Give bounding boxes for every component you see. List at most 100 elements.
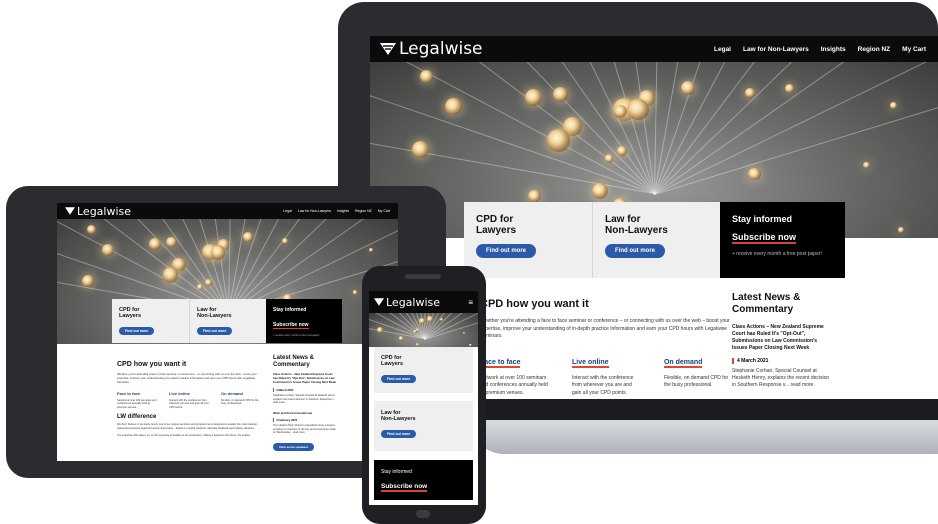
main-content: CPD how you want it Whether you're atten… — [480, 298, 730, 397]
view-speakers-button[interactable]: View some speakers — [273, 442, 315, 451]
phone-home-button — [416, 510, 430, 518]
nav-law-for-non-lawyers[interactable]: Law for Non-Lawyers — [298, 209, 331, 213]
lightbulb-icon — [427, 316, 433, 322]
card-title-line2: Non-Lawyers — [605, 225, 668, 236]
news-heading: Latest News & Commentary — [732, 292, 801, 315]
light-ray — [370, 62, 655, 195]
find-out-more-button[interactable]: Find out more — [381, 375, 417, 384]
lightbulb-icon — [591, 183, 608, 200]
card-title-line2: Non-Lawyers — [381, 416, 416, 423]
lightbulb-icon — [897, 226, 904, 233]
news-date: 4 March 2021 — [732, 358, 832, 364]
subscribe-note: + receive every month a free post paper! — [732, 251, 822, 257]
subscribe-link[interactable]: Subscribe now — [381, 483, 428, 492]
feature-on-demand: On demand Flexible, on demand CPD for th… — [221, 391, 263, 410]
main-intro: Whether you're attending a face to face … — [480, 318, 730, 339]
card-stay-informed: Stay informed Subscribe now — [374, 460, 473, 500]
nav-law-for-non-lawyers[interactable]: Law for Non-Lawyers — [743, 46, 809, 53]
find-out-more-button[interactable]: Find out more — [119, 327, 155, 336]
news-summary: Stephanie Corban, Special Counsel at Hes… — [273, 394, 336, 405]
lightbulb-icon — [82, 275, 95, 288]
lightbulb-icon — [889, 102, 897, 110]
nav-legal[interactable]: Legal — [283, 209, 292, 213]
hamburger-menu-icon[interactable]: ≡ — [468, 298, 473, 307]
nav-cart[interactable]: My Cart — [378, 209, 390, 213]
find-out-more-button[interactable]: Find out more — [476, 244, 536, 258]
lightbulb-icon — [205, 278, 212, 286]
lightbulb-icon — [617, 146, 628, 156]
feature-title: Face to face — [480, 358, 521, 368]
feature-live-online: Live online Interact with the conference… — [169, 391, 211, 410]
subscribe-link[interactable]: Subscribe now — [273, 322, 309, 329]
find-out-more-button[interactable]: Find out more — [605, 244, 665, 258]
light-ray — [370, 62, 655, 194]
site-header: Legalwise Legal Law for Non-Lawyers Insi… — [57, 203, 398, 219]
lightbulb-icon — [469, 343, 472, 347]
feature-title: On demand — [221, 390, 244, 396]
lightbulb-icon — [242, 232, 253, 243]
lightbulb-icon — [745, 88, 755, 98]
site-logo[interactable]: Legalwise — [380, 39, 483, 59]
subscribe-link[interactable]: Subscribe now — [732, 232, 797, 244]
news-article-2-date: 4 February 2021 — [273, 417, 337, 422]
card-title-line2: Lawyers — [119, 313, 142, 320]
card-stay-informed: Stay informed Subscribe now + receive ev… — [720, 202, 845, 278]
news-heading: Latest News & Commentary — [273, 355, 315, 369]
lightbulb-icon — [412, 141, 430, 159]
lightbulb-icon — [784, 83, 795, 94]
phone-screen: Legalwise ≡ CPD for Lawyers Find out more… — [369, 291, 478, 505]
light-ray — [377, 62, 655, 194]
legalwise-logo-icon — [374, 298, 384, 306]
news-article-title[interactable]: Class Actions – New Zealand Supreme Cour… — [732, 324, 832, 352]
laptop-base — [470, 420, 938, 454]
lightbulb-icon — [197, 284, 204, 291]
lightbulb-icon — [547, 129, 570, 152]
card-non-lawyers: Law for Non-Lawyers Find out more — [592, 202, 720, 278]
main-heading: CPD how you want it — [117, 361, 187, 368]
logo-text: Legalwise — [77, 204, 132, 218]
lw-text: We don't believe in seminars. Every one … — [117, 423, 258, 431]
nav-region[interactable]: Region NZ — [858, 46, 891, 53]
nav-cart[interactable]: My Cart — [902, 46, 926, 53]
site-header: Legalwise Legal Law for Non-Lawyers Insi… — [370, 36, 938, 62]
stay-informed-title: Stay informed — [273, 307, 307, 313]
feature-face-to-face: Face to face Network at over 100 seminar… — [480, 351, 550, 398]
lightbulb-icon — [352, 289, 358, 295]
card-cpd-lawyers: CPD for Lawyers Find out more — [374, 347, 473, 393]
lightbulb-icon — [748, 167, 761, 181]
light-ray — [654, 62, 938, 195]
lightbulb-icon — [627, 98, 649, 120]
main-heading: CPD how you want it — [480, 298, 589, 310]
news-column: Latest News & Commentary Class Actions –… — [273, 355, 337, 453]
lightbulb-icon — [527, 189, 541, 203]
lightbulb-icon — [552, 86, 568, 102]
main-intro: Whether you're attending a face to face … — [117, 372, 257, 385]
nav-insights[interactable]: Insights — [337, 209, 349, 213]
find-out-more-button[interactable]: Find out more — [381, 430, 417, 439]
find-out-more-button[interactable]: Find out more — [197, 327, 233, 336]
feature-title: On demand — [663, 358, 703, 368]
nav-legal[interactable]: Legal — [714, 46, 731, 53]
lightbulb-icon — [281, 237, 289, 245]
subscribe-note: + receive every month a free post paper! — [273, 334, 320, 337]
feature-face-to-face: Face to face Network at over 100 seminar… — [117, 391, 159, 410]
news-article-title[interactable]: Class Actions – New Zealand Supreme Cour… — [273, 372, 337, 385]
card-non-lawyers: Law for Non-Lawyers Find out more — [374, 401, 473, 451]
news-article-2-text: Tom Hudson Muir, Director at Hesketh Hen… — [273, 423, 336, 435]
feature-on-demand: On demand Flexible, on demand CPD for th… — [663, 351, 730, 398]
nav-insights[interactable]: Insights — [821, 46, 846, 53]
lightbulb-icon — [462, 331, 466, 335]
lightbulb-icon — [101, 244, 114, 257]
site-logo[interactable]: Legalwise — [374, 296, 440, 309]
lw-text-2: Our expertise will make it so, on the ex… — [117, 433, 251, 437]
site-logo[interactable]: Legalwise — [65, 205, 131, 218]
legalwise-logo-icon — [380, 43, 396, 55]
lightbulb-icon — [420, 69, 434, 84]
news-article-2-title[interactable]: Work and Environmental Law — [273, 411, 337, 415]
tablet-screen: Legalwise Legal Law for Non-Lawyers Insi… — [57, 203, 398, 461]
feature-title: Live online — [169, 390, 190, 396]
light-ray — [654, 62, 938, 195]
nav-region[interactable]: Region NZ — [355, 209, 372, 213]
lightbulb-icon — [524, 89, 543, 107]
lightbulb-icon — [149, 238, 162, 251]
